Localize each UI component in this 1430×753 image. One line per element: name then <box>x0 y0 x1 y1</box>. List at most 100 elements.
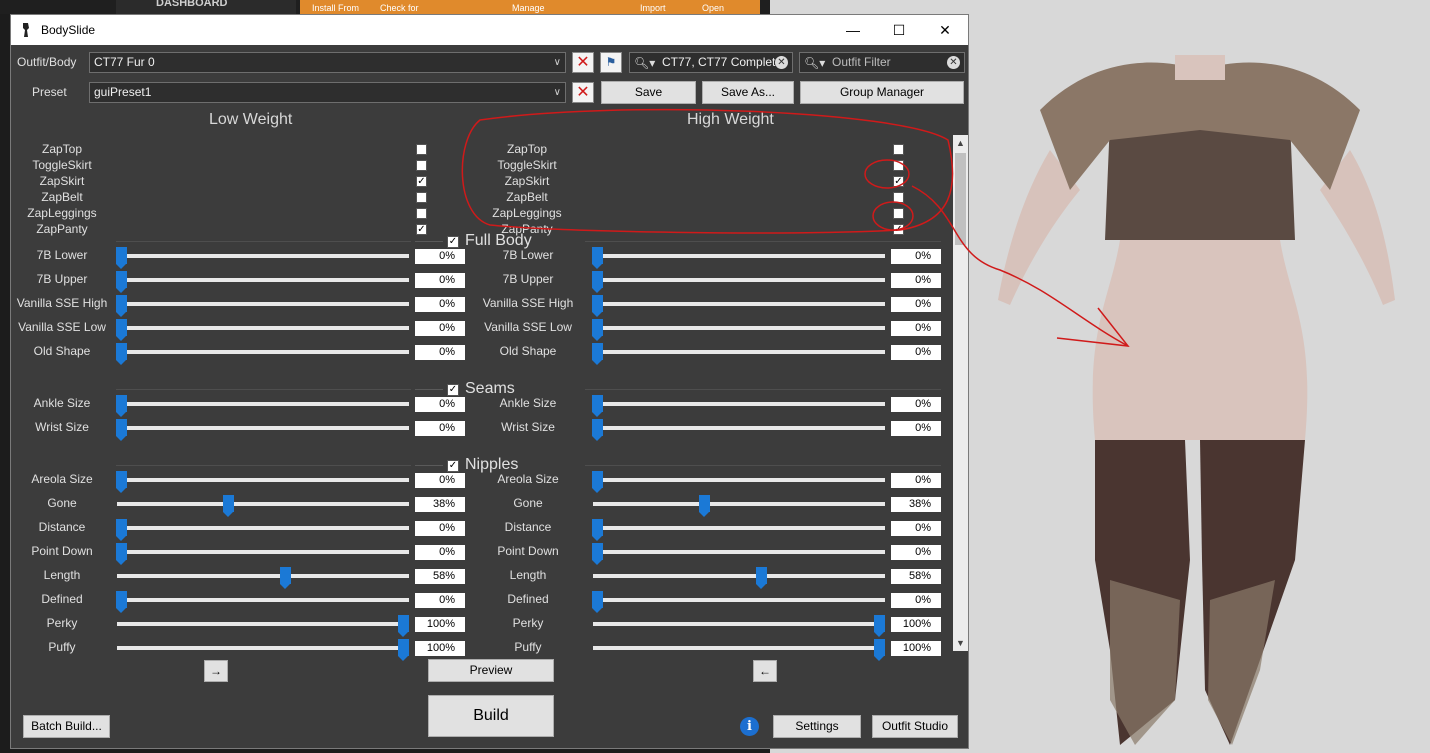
scroll-down-icon[interactable]: ▼ <box>953 635 968 651</box>
slider-value-low[interactable]: 38% <box>415 497 465 512</box>
slider-value-high[interactable]: 0% <box>891 473 941 488</box>
slider-thumb-high[interactable] <box>592 319 603 341</box>
slider-value-low[interactable]: 0% <box>415 249 465 264</box>
slider-track-high[interactable] <box>593 278 885 282</box>
slider-track-high[interactable] <box>593 402 885 406</box>
slider-value-high[interactable]: 0% <box>891 593 941 608</box>
slider-thumb-low[interactable] <box>398 639 409 661</box>
slider-value-high[interactable]: 0% <box>891 249 941 264</box>
info-icon[interactable]: i <box>740 717 759 736</box>
slider-thumb-low[interactable] <box>223 495 235 517</box>
slider-thumb-low[interactable] <box>116 591 127 613</box>
slider-value-low[interactable]: 0% <box>415 521 465 536</box>
slider-track-high[interactable] <box>593 574 885 578</box>
slider-track-low[interactable] <box>117 350 409 354</box>
slider-thumb-low[interactable] <box>279 567 291 589</box>
slider-thumb-high[interactable] <box>592 591 603 613</box>
slider-track-high[interactable] <box>593 350 885 354</box>
clear-icon[interactable]: ✕ <box>947 56 960 69</box>
slider-value-high[interactable]: 0% <box>891 521 941 536</box>
slider-value-low[interactable]: 0% <box>415 421 465 436</box>
zap-checkbox-low[interactable] <box>416 192 427 203</box>
settings-button[interactable]: Settings <box>773 715 861 738</box>
slider-track-low[interactable] <box>117 502 409 506</box>
slider-value-low[interactable]: 0% <box>415 593 465 608</box>
slider-value-high[interactable]: 0% <box>891 545 941 560</box>
slider-thumb-low[interactable] <box>116 395 127 417</box>
slider-thumb-high[interactable] <box>592 419 603 441</box>
section-checkbox[interactable]: ✓ <box>447 384 459 396</box>
section-checkbox[interactable]: ✓ <box>447 460 459 472</box>
outfit-body-dropdown[interactable]: CT77 Fur 0 ∨ <box>89 52 566 73</box>
slider-thumb-low[interactable] <box>116 543 127 565</box>
save-as-button[interactable]: Save As... <box>702 81 794 104</box>
slider-thumb-high[interactable] <box>699 495 711 517</box>
slider-value-high[interactable]: 0% <box>891 297 941 312</box>
slider-thumb-high[interactable] <box>592 271 603 293</box>
minimize-button[interactable]: — <box>830 15 876 45</box>
slider-value-low[interactable]: 58% <box>415 569 465 584</box>
zap-checkbox-low[interactable] <box>416 208 427 219</box>
slider-value-high[interactable]: 0% <box>891 421 941 436</box>
slider-track-high[interactable] <box>593 646 885 650</box>
slider-track-low[interactable] <box>117 598 409 602</box>
zap-checkbox-high[interactable] <box>893 144 904 155</box>
slider-value-high[interactable]: 100% <box>891 641 941 656</box>
slider-value-high[interactable]: 100% <box>891 617 941 632</box>
zap-checkbox-high[interactable]: ✓ <box>893 176 904 187</box>
slider-thumb-low[interactable] <box>116 319 127 341</box>
slider-track-low[interactable] <box>117 526 409 530</box>
dashboard-tab[interactable]: DASHBOARD <box>116 0 296 14</box>
slider-track-high[interactable] <box>593 426 885 430</box>
slider-thumb-high[interactable] <box>592 295 603 317</box>
slider-track-high[interactable] <box>593 302 885 306</box>
zap-checkbox-high[interactable] <box>893 208 904 219</box>
preview-button[interactable]: Preview <box>428 659 554 682</box>
toolbar-item[interactable]: Import <box>640 3 666 13</box>
vertical-scrollbar[interactable]: ▲ ▼ <box>953 135 968 651</box>
slider-value-low[interactable]: 0% <box>415 345 465 360</box>
slider-track-low[interactable] <box>117 254 409 258</box>
close-button[interactable]: ✕ <box>922 15 968 45</box>
slider-track-low[interactable] <box>117 574 409 578</box>
slider-track-high[interactable] <box>593 526 885 530</box>
slider-track-high[interactable] <box>593 478 885 482</box>
slider-thumb-low[interactable] <box>116 271 127 293</box>
slider-value-high[interactable]: 0% <box>891 345 941 360</box>
slider-thumb-high[interactable] <box>874 639 885 661</box>
build-button[interactable]: Build <box>428 695 554 737</box>
slider-track-low[interactable] <box>117 646 409 650</box>
slider-thumb-low[interactable] <box>116 519 127 541</box>
slider-value-low[interactable]: 0% <box>415 321 465 336</box>
slider-track-low[interactable] <box>117 550 409 554</box>
maximize-button[interactable]: ☐ <box>876 15 922 45</box>
clear-icon[interactable]: ✕ <box>775 56 788 69</box>
slider-thumb-low[interactable] <box>116 343 127 365</box>
slider-value-high[interactable]: 0% <box>891 397 941 412</box>
save-button[interactable]: Save <box>601 81 696 104</box>
slider-track-low[interactable] <box>117 402 409 406</box>
slider-value-high[interactable]: 58% <box>891 569 941 584</box>
slider-track-high[interactable] <box>593 502 885 506</box>
slider-value-high[interactable]: 0% <box>891 321 941 336</box>
slider-thumb-low[interactable] <box>116 247 127 269</box>
slider-thumb-low[interactable] <box>398 615 409 637</box>
slider-thumb-high[interactable] <box>592 395 603 417</box>
slider-track-low[interactable] <box>117 326 409 330</box>
toolbar-item[interactable]: Check for <box>380 3 419 13</box>
slider-value-low[interactable]: 0% <box>415 397 465 412</box>
slider-value-low[interactable]: 0% <box>415 473 465 488</box>
slider-thumb-high[interactable] <box>592 343 603 365</box>
zap-checkbox-high[interactable] <box>893 160 904 171</box>
copy-to-low-button[interactable]: ← <box>753 660 777 682</box>
slider-track-high[interactable] <box>593 254 885 258</box>
copy-to-high-button[interactable]: → <box>204 660 228 682</box>
slider-thumb-high[interactable] <box>592 543 603 565</box>
scroll-up-icon[interactable]: ▲ <box>953 135 968 151</box>
remove-outfit-button[interactable]: ✕ <box>572 52 594 73</box>
slider-thumb-high[interactable] <box>592 247 603 269</box>
slider-thumb-high[interactable] <box>755 567 767 589</box>
slider-track-low[interactable] <box>117 278 409 282</box>
slider-value-high[interactable]: 0% <box>891 273 941 288</box>
batch-build-button[interactable]: Batch Build... <box>23 715 110 738</box>
